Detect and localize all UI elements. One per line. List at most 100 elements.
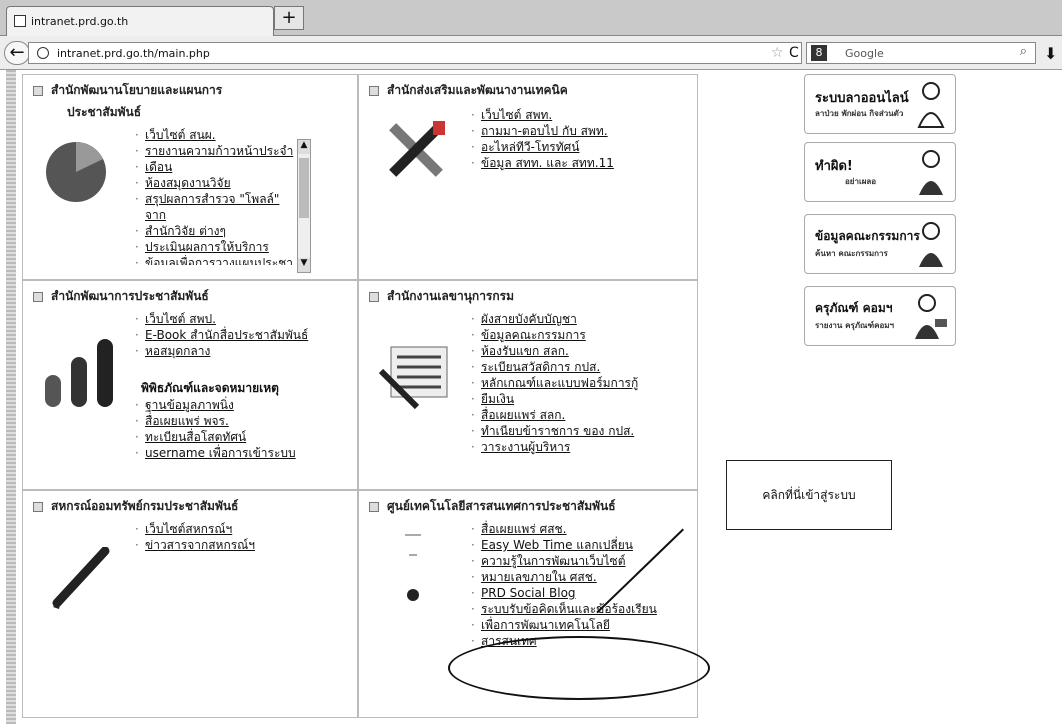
- folder-icon: [369, 501, 379, 512]
- folder-icon: [33, 501, 43, 512]
- committee-data-button[interactable]: ข้อมูลคณะกรรมการ ค้นหา คณะกรรมการ: [804, 214, 956, 274]
- assets-title: ครุภัณฑ์ คอมฯ: [815, 301, 893, 315]
- committee-title: ข้อมูลคณะกรรมการ: [815, 229, 920, 243]
- list-item[interactable]: ทำเนียบข้าราชการ ของ กปส.: [471, 423, 638, 439]
- department-grid: สำนักพัฒนานโยบายและแผนการ ประชาสัมพันธ์ …: [22, 74, 702, 722]
- leave-system-title: ระบบลาออนไลน์: [815, 91, 909, 106]
- scroll-down-icon[interactable]: ▼: [298, 258, 310, 272]
- link-list: สื่อเผยแพร่ ศสช. Easy Web Time แลกเปลี่ย…: [471, 521, 657, 649]
- bookmark-star-icon[interactable]: ☆: [771, 45, 784, 61]
- list-item[interactable]: สรุปผลการสำรวจ "โพลล์" จาก: [135, 191, 295, 223]
- left-scroll-edge: [6, 70, 16, 724]
- download-arrow-icon[interactable]: ⬇: [1044, 44, 1057, 63]
- list-item[interactable]: ระบบรับข้อคิดเห็นและข้อร้องเรียน: [471, 601, 657, 617]
- person-icon: [919, 150, 943, 195]
- list-scrollbar[interactable]: ▲ ▼: [297, 139, 311, 273]
- folder-icon: [369, 85, 379, 96]
- person-icon: [919, 222, 943, 267]
- navigation-bar: ← intranet.prd.go.th/main.php ☆ C 8 Goog…: [0, 36, 1062, 70]
- list-item[interactable]: ความรู้ในการพัฒนาเว็บไซต์: [471, 553, 657, 569]
- list-item[interactable]: หลักเกณฑ์และแบบฟอร์มการกู้: [471, 375, 638, 391]
- list-item[interactable]: PRD Social Blog: [471, 585, 657, 601]
- link-list: เว็บไซต์ สพท. ถามมา-ตอบไป กับ สพท. อะไหล…: [471, 107, 614, 171]
- search-icon[interactable]: ⌕: [1020, 44, 1027, 59]
- wrongdoing-title: ทำผิด!: [815, 159, 853, 174]
- folder-icon: [33, 291, 43, 302]
- list-item[interactable]: ห้องรับแขก สลก.: [471, 343, 638, 359]
- pie-chart-icon: [46, 142, 106, 202]
- link-list: เว็บไซต์สหกรณ์ฯ ข่าวสารจากสหกรณ์ฯ: [135, 521, 255, 553]
- list-item[interactable]: Easy Web Time แลกเปลี่ยน: [471, 537, 657, 553]
- committee-sub: ค้นหา คณะกรรมการ: [815, 249, 888, 258]
- list-item[interactable]: ยืมเงิน: [471, 391, 638, 407]
- pen-icon: [52, 547, 110, 609]
- globe-icon: [37, 47, 49, 59]
- list-item[interactable]: ข้อมูลคณะกรรมการ: [471, 327, 638, 343]
- card-title: สำนักงานเลขานุการกรม: [369, 287, 514, 306]
- reload-icon[interactable]: C: [789, 45, 799, 61]
- google-icon[interactable]: 8: [811, 45, 827, 61]
- page-content: สำนักพัฒนานโยบายและแผนการ ประชาสัมพันธ์ …: [0, 70, 1062, 724]
- list-item[interactable]: ผังสายบังคับบัญชา: [471, 311, 638, 327]
- list-item[interactable]: วาระงานผู้บริหาร: [471, 439, 638, 455]
- card-title: สำนักส่งเสริมและพัฒนางานเทคนิค: [369, 81, 568, 100]
- highlight-ellipse: [448, 636, 710, 700]
- scroll-up-icon[interactable]: ▲: [298, 140, 310, 154]
- list-item[interactable]: เดือน: [135, 159, 295, 175]
- card-title: สหกรณ์ออมทรัพย์กรมประชาสัมพันธ์: [33, 497, 238, 516]
- list-item[interactable]: ข้อมูล สทท. และ สทท.11: [471, 155, 614, 171]
- leave-system-button[interactable]: ระบบลาออนไลน์ ลาป่วย พักผ่อน กิจส่วนตัว: [804, 74, 956, 134]
- wrongdoing-sub: อย่าเผลอ: [845, 177, 877, 186]
- scroll-thumb[interactable]: [299, 158, 309, 218]
- department-card: สำนักส่งเสริมและพัฒนางานเทคนิค เว็บไซต์ …: [358, 74, 698, 280]
- person-icon: [917, 82, 945, 128]
- list-item[interactable]: หอสมุดกลาง: [135, 343, 308, 359]
- search-input[interactable]: 8 Google ⌕: [806, 42, 1036, 64]
- card-title: ศูนย์เทคโนโลยีสารสนเทศการประชาสัมพันธ์: [369, 497, 616, 516]
- list-item[interactable]: สื่อเผยแพร่ พจร.: [135, 413, 296, 429]
- info-icon: [405, 534, 421, 601]
- card-title: สำนักพัฒนานโยบายและแผนการ: [33, 81, 222, 100]
- list-item[interactable]: สื่อเผยแพร่ สลก.: [471, 407, 638, 423]
- url-text: intranet.prd.go.th/main.php: [57, 47, 210, 60]
- list-item[interactable]: สื่อเผยแพร่ ศสช.: [471, 521, 657, 537]
- folder-icon: [369, 291, 379, 302]
- list-item[interactable]: ระเบียนสวัสดิการ กปส.: [471, 359, 638, 375]
- list-item[interactable]: ทะเบียนสื่อโสตทัศน์: [135, 429, 296, 445]
- link-list: เว็บไซต์ สพป. E-Book สำนักสื่อประชาสัมพั…: [135, 311, 308, 359]
- section-subheading: พิพิธภัณฑ์และจดหมายเหตุ: [141, 381, 279, 395]
- list-item[interactable]: ฐานข้อมูลภาพนิ่ง: [135, 397, 296, 413]
- annotation-callout: คลิกที่นี่เข้าสู่ระบบ: [726, 460, 892, 530]
- department-card: สำนักพัฒนานโยบายและแผนการ ประชาสัมพันธ์ …: [22, 74, 358, 280]
- card-title: สำนักพัฒนาการประชาสัมพันธ์: [33, 287, 209, 306]
- department-card: สำนักงานเลขานุการกรม ผังสายบังคับบัญชา ข…: [358, 280, 698, 490]
- list-item[interactable]: รายงานความก้าวหน้าประจำ: [135, 143, 295, 159]
- back-button[interactable]: ←: [4, 41, 30, 65]
- list-item[interactable]: username เพื่อการเข้าระบบ: [135, 445, 296, 461]
- page-favicon-icon: [14, 15, 26, 27]
- list-item[interactable]: เพื่อการพัฒนาเทคโนโลยี: [471, 617, 657, 633]
- link-list: ฐานข้อมูลภาพนิ่ง สื่อเผยแพร่ พจร. ทะเบีย…: [135, 397, 296, 461]
- list-item[interactable]: ถามมา-ตอบไป กับ สพท.: [471, 123, 614, 139]
- list-item[interactable]: เว็บไซต์ สพป.: [135, 311, 308, 327]
- list-item[interactable]: เว็บไซต์ สพท.: [471, 107, 614, 123]
- document-pen-icon: [378, 346, 448, 410]
- list-item[interactable]: ห้องสมุดงานวิจัย: [135, 175, 295, 191]
- browser-tab[interactable]: intranet.prd.go.th: [6, 6, 274, 36]
- list-item[interactable]: E-Book สำนักสื่อประชาสัมพันธ์: [135, 327, 308, 343]
- bar-chart-icon: [45, 339, 113, 407]
- list-item[interactable]: เว็บไซต์สหกรณ์ฯ: [135, 521, 255, 537]
- list-item[interactable]: ประเมินผลการให้บริการ: [135, 239, 295, 255]
- department-card: สำนักพัฒนาการประชาสัมพันธ์ เว็บไซต์ สพป.…: [22, 280, 358, 490]
- tools-icon: [389, 121, 445, 177]
- list-item[interactable]: ข้อมูลเพื่อการวางแผนประชา: [135, 255, 295, 265]
- new-tab-button[interactable]: +: [274, 6, 304, 30]
- folder-icon: [33, 85, 43, 96]
- computer-assets-button[interactable]: ครุภัณฑ์ คอมฯ รายงาน ครุภัณฑ์คอมฯ: [804, 286, 956, 346]
- wrongdoing-button[interactable]: ทำผิด! อย่าเผลอ: [804, 142, 956, 202]
- list-item[interactable]: เว็บไซต์ สนผ.: [135, 127, 295, 143]
- list-item[interactable]: อะไหล่ทีวี-โทรทัศน์: [471, 139, 614, 155]
- list-item[interactable]: ข่าวสารจากสหกรณ์ฯ: [135, 537, 255, 553]
- url-bar[interactable]: intranet.prd.go.th/main.php ☆ C: [28, 42, 802, 64]
- list-item[interactable]: สำนักวิจัย ต่างๆ: [135, 223, 295, 239]
